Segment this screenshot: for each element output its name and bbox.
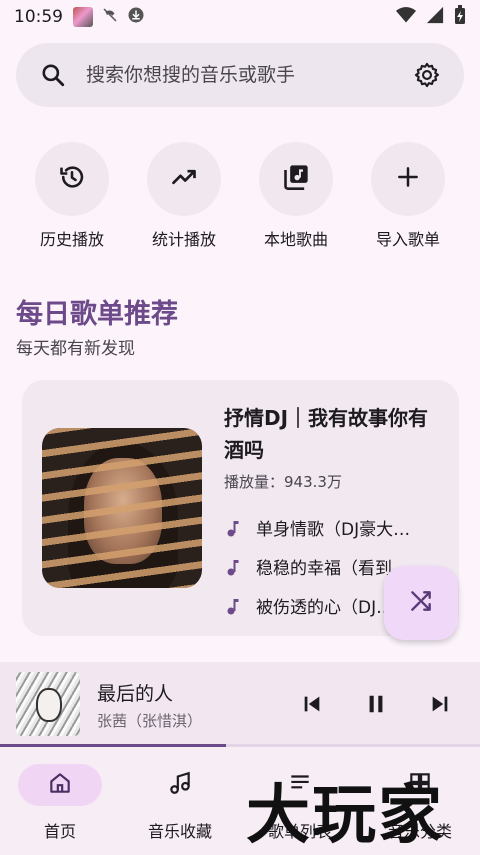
pause-icon[interactable] [360, 688, 392, 720]
quick-action-button[interactable] [147, 142, 221, 216]
quick-action-button[interactable] [371, 142, 445, 216]
quick-action-import[interactable]: 导入歌单 [352, 142, 464, 250]
skip-next-icon[interactable] [424, 688, 456, 720]
system-icons [396, 5, 466, 29]
history-icon [58, 163, 86, 195]
daily-section-title: 每日歌单推荐 [16, 299, 178, 330]
search-input[interactable] [86, 64, 412, 86]
now-playing-artist: 张茜（张惜淇） [97, 712, 203, 730]
quick-action-history[interactable]: 历史播放 [16, 142, 128, 250]
quick-actions: 历史播放 统计播放 本地歌曲 导入歌单 [16, 142, 464, 250]
battery-icon [454, 5, 466, 29]
nav-item-home[interactable]: 首页 [0, 747, 120, 855]
nav-item-favorites[interactable]: 音乐收藏 [120, 747, 240, 855]
now-playing-cover [16, 672, 80, 736]
playlist-play-count: 播放量：943.3万 [224, 473, 342, 491]
nav-indicator [138, 764, 222, 806]
shuffle-icon [408, 588, 434, 618]
nav-indicator [18, 764, 102, 806]
watermark-text: 大玩家 [246, 778, 444, 853]
shuffle-fab-button[interactable] [384, 566, 458, 640]
skip-previous-icon[interactable] [296, 688, 328, 720]
download-icon [127, 6, 145, 28]
nav-label: 首页 [43, 822, 76, 841]
signal-icon [426, 6, 444, 28]
settings-gear-icon[interactable] [412, 60, 442, 90]
wifi-icon [396, 6, 416, 28]
track-item[interactable]: 单身情歌（DJ豪大… [224, 508, 438, 547]
track-title: 单身情歌（DJ豪大… [256, 520, 411, 540]
quick-action-label: 导入歌单 [375, 230, 440, 249]
quick-action-button[interactable] [35, 142, 109, 216]
trending-icon [170, 163, 198, 195]
app-avatar-icon [73, 7, 93, 27]
notification-icons [73, 6, 145, 28]
playlist-title: 抒情DJ｜我有故事你有酒吗 [224, 406, 429, 462]
quick-action-stats[interactable]: 统计播放 [128, 142, 240, 250]
track-title: 被伤透的心（DJ… [256, 598, 394, 618]
do-not-disturb-icon [101, 6, 119, 28]
music-note-icon [224, 596, 244, 616]
quick-action-label: 历史播放 [39, 230, 104, 249]
search-icon[interactable] [38, 60, 68, 90]
library-music-icon [282, 163, 310, 195]
music-note-icon [224, 557, 244, 577]
quick-action-label: 本地歌曲 [263, 230, 328, 249]
music-note-icon [224, 518, 244, 538]
mini-player[interactable]: 最后的人 张茜（张惜淇） [0, 662, 480, 746]
search-bar[interactable] [16, 43, 464, 107]
playlist-cover-image [42, 428, 202, 588]
status-bar: 10:59 [0, 0, 480, 34]
quick-action-button[interactable] [259, 142, 333, 216]
quick-action-label: 统计播放 [151, 230, 216, 249]
status-time: 10:59 [14, 7, 63, 27]
music-note-icon [167, 770, 193, 800]
plus-icon [395, 164, 421, 194]
daily-section-subtitle: 每天都有新发现 [16, 339, 135, 359]
now-playing-title: 最后的人 [97, 683, 174, 705]
quick-action-local[interactable]: 本地歌曲 [240, 142, 352, 250]
home-icon [47, 770, 73, 800]
nav-label: 音乐收藏 [147, 822, 212, 841]
